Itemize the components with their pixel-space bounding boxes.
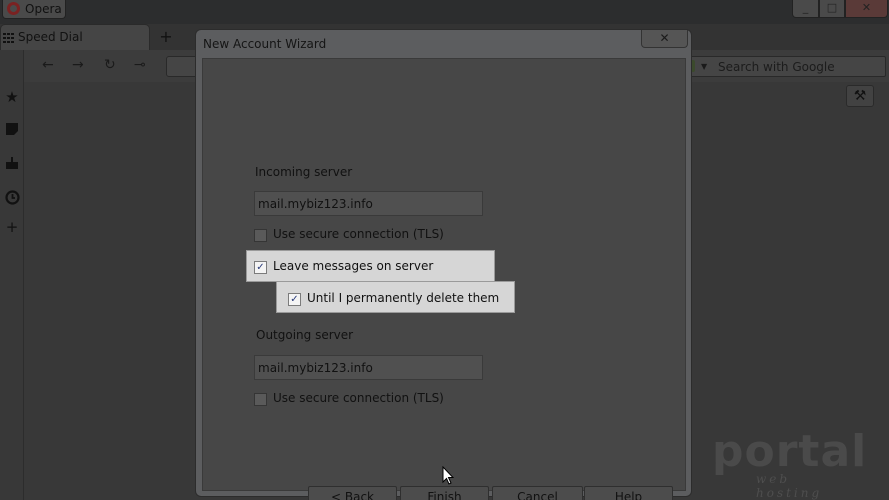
window-titlebar: Opera _ □ ✕ (0, 0, 889, 24)
outgoing-server-label: Outgoing server (256, 328, 354, 342)
outgoing-tls-label: Use secure connection (TLS) (273, 391, 444, 405)
minimize-icon: _ (802, 1, 809, 14)
minimize-button[interactable]: _ (792, 0, 819, 18)
back-arrow-icon[interactable]: ← (42, 57, 54, 73)
notes-icon[interactable] (3, 122, 21, 140)
leave-messages-checkbox-row[interactable]: ✓ Leave messages on server (254, 259, 454, 277)
chevron-down-icon[interactable]: ▼ (701, 62, 707, 71)
search-field[interactable]: ▼ Search with Google (685, 56, 886, 77)
until-delete-checkbox[interactable]: ✓ (288, 293, 301, 306)
outgoing-tls-checkbox[interactable] (254, 393, 267, 406)
finish-button[interactable]: Finish (400, 486, 489, 500)
opera-menu-button[interactable]: Opera (2, 0, 66, 19)
until-delete-checkbox-row[interactable]: ✓ Until I permanently delete them (288, 291, 508, 309)
speed-dial-grid-icon (3, 33, 15, 43)
key-icon[interactable]: ⊸ (134, 57, 146, 73)
downloads-icon[interactable] (3, 156, 21, 174)
maximize-icon: □ (826, 1, 838, 14)
mouse-cursor-icon (442, 465, 455, 486)
dialog-title: New Account Wizard (203, 37, 327, 51)
close-icon: ✕ (861, 1, 872, 14)
new-tab-button[interactable]: + (157, 28, 175, 46)
watermark-main-text: portal (712, 426, 868, 477)
dialog-close-button[interactable]: ✕ (641, 30, 688, 48)
incoming-tls-checkbox[interactable] (254, 229, 267, 242)
incoming-tls-checkbox-row[interactable]: Use secure connection (TLS) (254, 227, 454, 245)
bookmarks-icon[interactable]: ★ (3, 88, 21, 106)
outgoing-tls-checkbox-row[interactable]: Use secure connection (TLS) (254, 391, 454, 409)
leave-messages-checkbox[interactable]: ✓ (254, 261, 267, 274)
back-button[interactable]: < Back (308, 486, 397, 500)
add-panel-icon[interactable]: + (3, 218, 21, 236)
leave-messages-highlight: ✓ Leave messages on server (246, 250, 495, 282)
address-field[interactable] (166, 56, 196, 77)
history-icon[interactable] (3, 190, 21, 208)
opera-logo-icon (7, 2, 20, 15)
forward-arrow-icon[interactable]: → (72, 57, 84, 73)
side-panel: ★ + (0, 50, 24, 500)
incoming-tls-label: Use secure connection (TLS) (273, 227, 444, 241)
leave-messages-label: Leave messages on server (273, 259, 434, 273)
help-button[interactable]: Help (584, 486, 673, 500)
reload-icon[interactable]: ↻ (104, 57, 116, 73)
wrench-icon[interactable]: ⚒ (846, 85, 874, 107)
until-delete-label: Until I permanently delete them (307, 291, 500, 305)
tab-label: Speed Dial (18, 30, 83, 44)
watermark-sub-text: web hosting (756, 472, 823, 500)
cancel-button[interactable]: Cancel (492, 486, 583, 500)
dialog-body: Incoming server mail.mybiz123.info Use s… (202, 58, 686, 500)
new-account-wizard-dialog: New Account Wizard ✕ Incoming server mai… (195, 29, 692, 500)
opera-menu-label: Opera (25, 2, 62, 16)
maximize-button[interactable]: □ (819, 0, 845, 18)
outgoing-server-input[interactable]: mail.mybiz123.info (254, 355, 483, 380)
until-delete-highlight: ✓ Until I permanently delete them (276, 281, 515, 313)
tab-speed-dial[interactable]: Speed Dial (0, 24, 150, 50)
search-placeholder: Search with Google (718, 60, 835, 74)
incoming-server-label: Incoming server (255, 165, 353, 179)
close-window-button[interactable]: ✕ (845, 0, 888, 18)
incoming-server-input[interactable]: mail.mybiz123.info (254, 191, 483, 216)
portal-watermark-logo: portal web hosting (710, 428, 866, 500)
